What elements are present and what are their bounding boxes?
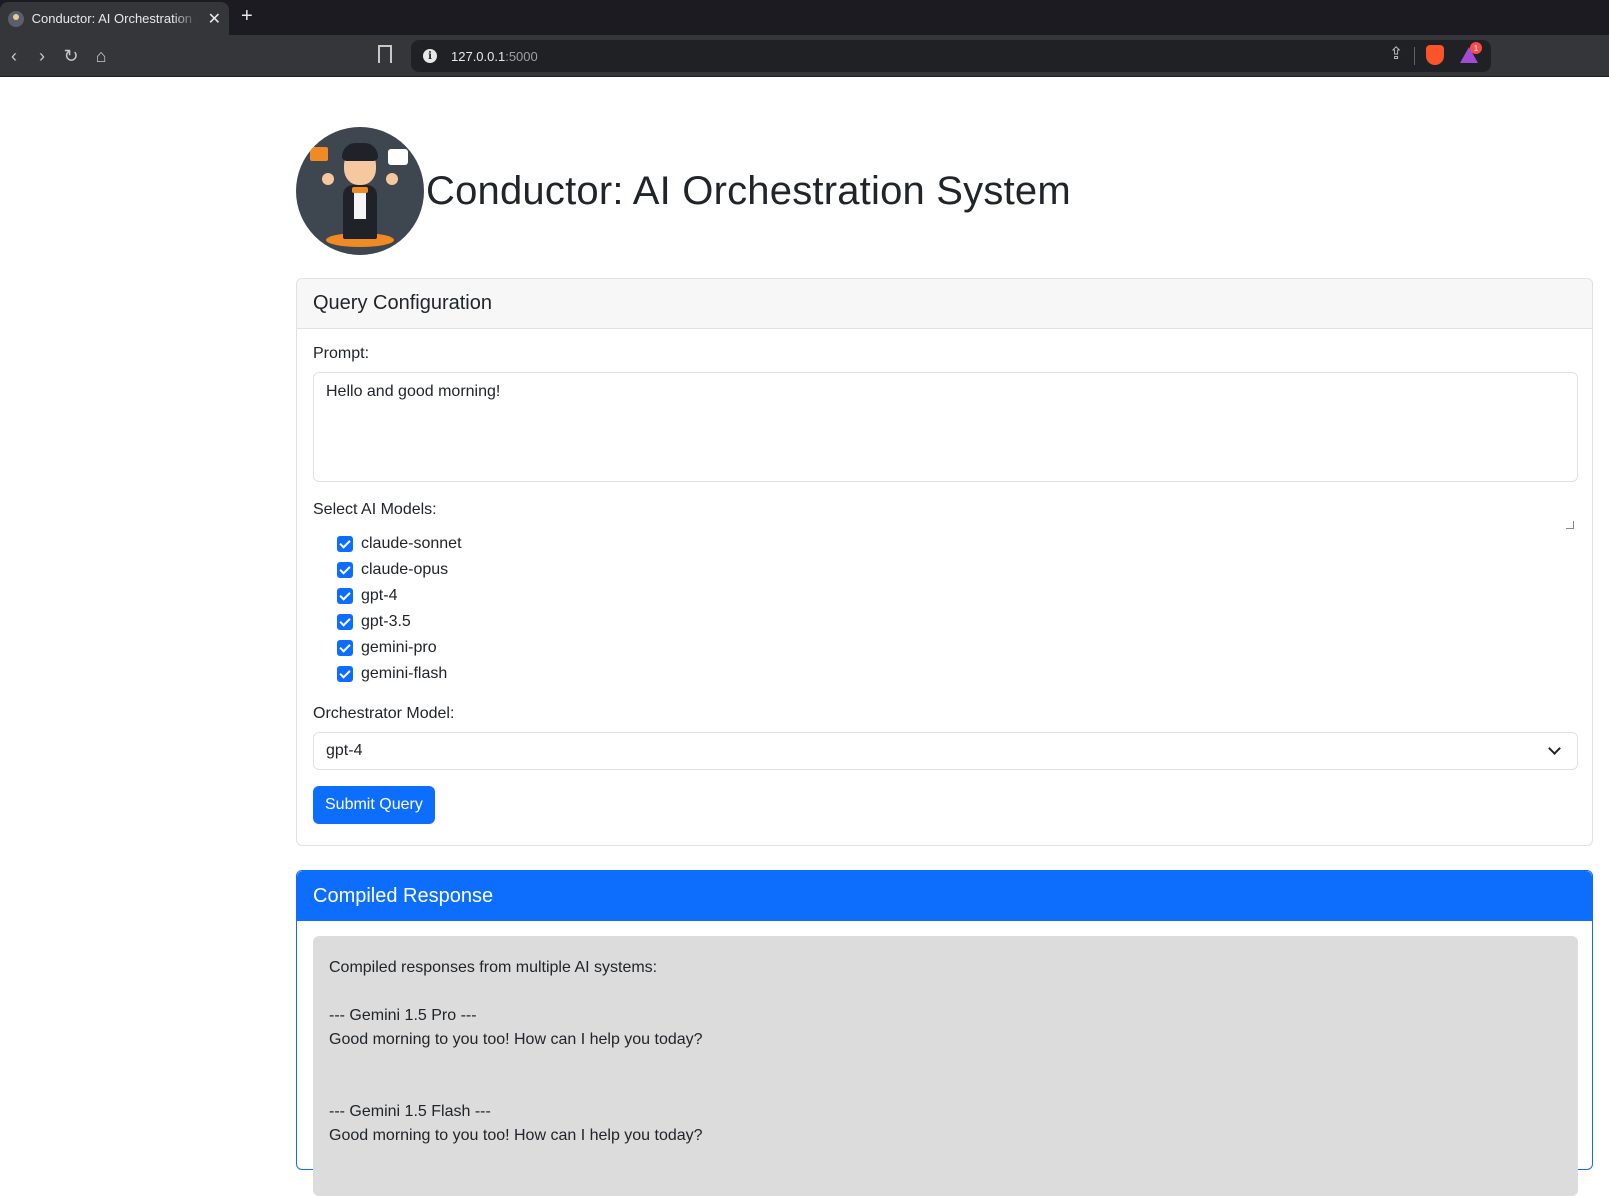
- address-bar[interactable]: i 127.0.0.1:5000: [411, 40, 1491, 72]
- close-tab-icon[interactable]: ✕: [208, 9, 221, 29]
- conductor-logo: [296, 127, 424, 255]
- prompt-textarea[interactable]: Hello and good morning!: [313, 372, 1578, 482]
- new-tab-button[interactable]: +: [241, 5, 253, 28]
- site-info-icon[interactable]: i: [423, 49, 437, 63]
- forward-icon[interactable]: ›: [30, 44, 54, 68]
- model-label[interactable]: gpt-4: [361, 587, 397, 605]
- reload-icon[interactable]: ↻: [59, 44, 83, 68]
- checkbox-checked-icon[interactable]: [337, 562, 353, 578]
- submit-query-button[interactable]: Submit Query: [313, 786, 435, 824]
- browser-tabbar: Conductor: AI Orchestration System ✕ +: [0, 0, 1609, 35]
- url-port: :5000: [505, 48, 538, 64]
- compiled-response-text: Compiled responses from multiple AI syst…: [313, 936, 1578, 1196]
- model-option-claude-opus[interactable]: claude-opus: [337, 557, 1576, 583]
- model-label[interactable]: gemini-pro: [361, 639, 437, 657]
- resize-handle-icon[interactable]: [1566, 521, 1574, 529]
- rewards-badge: 1: [1470, 42, 1482, 54]
- prompt-label: Prompt:: [313, 345, 370, 362]
- share-icon[interactable]: ⇪: [1389, 44, 1403, 64]
- favicon-icon: [8, 10, 24, 27]
- model-label[interactable]: gemini-flash: [361, 665, 447, 683]
- url-host: 127.0.0.1: [451, 48, 506, 64]
- compiled-response-card: Compiled Response Compiled responses fro…: [296, 870, 1593, 1196]
- browser-toolbar: ‹ › ↻ ⌂ i 127.0.0.1:5000 ⇪ 1: [0, 35, 1609, 77]
- model-option-gemini-flash[interactable]: gemini-flash: [337, 661, 1576, 687]
- page-header: Conductor: AI Orchestration System: [296, 127, 1071, 255]
- query-config-header: Query Configuration: [297, 279, 1592, 329]
- compiled-response-header: Compiled Response: [297, 871, 1592, 921]
- checkbox-checked-icon[interactable]: [337, 614, 353, 630]
- page-title: Conductor: AI Orchestration System: [426, 168, 1071, 213]
- checkbox-checked-icon[interactable]: [337, 666, 353, 682]
- model-option-gpt-3-5[interactable]: gpt-3.5: [337, 609, 1576, 635]
- checkbox-checked-icon[interactable]: [337, 536, 353, 552]
- bookmark-icon[interactable]: [378, 45, 392, 63]
- chevron-down-icon: [1548, 742, 1561, 755]
- back-icon[interactable]: ‹: [2, 44, 26, 68]
- tab-title: Conductor: AI Orchestration System: [31, 11, 198, 26]
- page: Conductor: AI Orchestration System Query…: [0, 77, 1609, 1196]
- model-option-gpt-4[interactable]: gpt-4: [337, 583, 1576, 609]
- models-label: Select AI Models:: [313, 501, 437, 518]
- browser-tab[interactable]: Conductor: AI Orchestration System ✕: [0, 2, 229, 35]
- model-label[interactable]: claude-sonnet: [361, 535, 462, 553]
- model-label[interactable]: gpt-3.5: [361, 613, 411, 631]
- toolbar-divider: [1414, 47, 1415, 65]
- query-config-card: Query Configuration Prompt: Hello and go…: [296, 278, 1593, 846]
- checkbox-checked-icon[interactable]: [337, 588, 353, 604]
- home-icon[interactable]: ⌂: [89, 44, 113, 68]
- orchestrator-select[interactable]: gpt-4: [313, 732, 1578, 770]
- model-checklist: claude-sonnet claude-opus gpt-4 gpt-3.5: [313, 531, 1576, 687]
- model-option-gemini-pro[interactable]: gemini-pro: [337, 635, 1576, 661]
- model-label[interactable]: claude-opus: [361, 561, 448, 579]
- orchestrator-selected-value: gpt-4: [326, 742, 363, 759]
- checkbox-checked-icon[interactable]: [337, 640, 353, 656]
- brave-shields-icon[interactable]: [1426, 45, 1444, 65]
- orchestrator-label: Orchestrator Model:: [313, 705, 455, 722]
- model-option-claude-sonnet[interactable]: claude-sonnet: [337, 531, 1576, 557]
